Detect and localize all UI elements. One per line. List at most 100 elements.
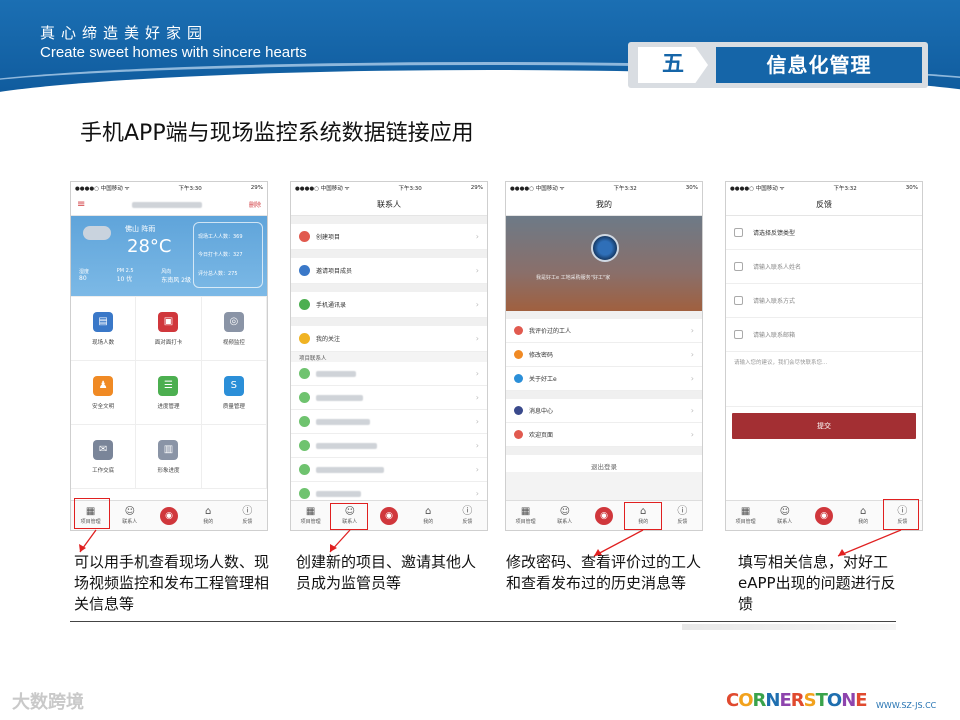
feedback-textarea[interactable]: 请输入您的建议，我们会尽快联系您... (726, 352, 922, 407)
menu-item-label: 我的关注 (316, 336, 341, 343)
email-placeholder: 请输入联系邮箱 (753, 332, 796, 339)
home-icon: ⌂ (425, 506, 432, 517)
contacts-menu-item[interactable]: 我的关注 › (291, 326, 487, 352)
contact-avatar (299, 464, 310, 475)
menu-item-icon (514, 350, 523, 359)
chevron-right-icon: › (475, 369, 479, 378)
tab-label: 联系人 (557, 519, 573, 525)
profile-menu-item[interactable]: 我评价过的工人 › (506, 319, 702, 343)
grid-item-label: 安全文明 (92, 403, 115, 410)
contacts-menu-item[interactable]: 邀请项目成员 › (291, 258, 487, 284)
contact-row[interactable]: › (291, 386, 487, 410)
submit-button[interactable]: 提交 (732, 413, 916, 439)
tab-label: 联系人 (122, 519, 138, 525)
contact-row[interactable]: › (291, 458, 487, 482)
chevron-right-icon: › (475, 489, 479, 498)
tab-camera[interactable]: ◉ (584, 501, 623, 530)
chevron-right-icon: › (475, 465, 479, 474)
grid-item-7[interactable]: ▥ 形象进度 (136, 425, 202, 489)
reflection-strip (682, 624, 896, 630)
tab-grid[interactable]: ▦ 项目管理 (726, 501, 765, 530)
tab-camera[interactable]: ◉ (369, 501, 408, 530)
tab-contacts[interactable]: ☺ 联系人 (545, 501, 584, 530)
chevron-right-icon: › (475, 300, 479, 309)
phone-icon (734, 296, 743, 305)
status-bar: ●●●●○ 中国移动 ᯤ 下午3:30 29% (291, 182, 487, 194)
tab-info[interactable]: ⓘ 反馈 (448, 501, 487, 530)
contact-row[interactable]: › (291, 410, 487, 434)
email-field[interactable]: 请输入联系邮箱 (726, 318, 922, 352)
tab-label: 项目管理 (515, 519, 536, 525)
grid-empty-cell (201, 425, 267, 489)
tab-grid[interactable]: ▦ 项目管理 (506, 501, 545, 530)
grid-item-2[interactable]: ◎ 视频监控 (201, 297, 267, 361)
grid-item-6[interactable]: ✉ 工作交底 (71, 425, 137, 489)
caption-feedback: 填写相关信息，对好工eAPP出现的问题进行反馈 (738, 553, 896, 613)
camera-monitor-icon: ◎ (223, 311, 244, 332)
grid-item-5[interactable]: S 质量管理 (201, 361, 267, 425)
profile-menu-item[interactable]: 欢迎页面 › (506, 423, 702, 447)
menu-item-label: 修改密码 (529, 352, 554, 359)
menu-item-icon (514, 406, 523, 415)
highlight-tab-mine (624, 502, 662, 530)
tab-home[interactable]: ⌂ 我的 (189, 501, 228, 530)
chevron-right-icon: › (475, 266, 479, 275)
profile-menu-item[interactable]: 修改密码 › (506, 343, 702, 367)
profile-menu-item[interactable]: 关于好工e › (506, 367, 702, 391)
profile-menu-item[interactable]: 消息中心 › (506, 399, 702, 423)
chevron-right-icon: › (690, 326, 694, 335)
quality-s-icon: S (223, 375, 244, 396)
tab-contacts[interactable]: ☺ 联系人 (765, 501, 804, 530)
avatar[interactable] (591, 234, 619, 262)
list-icon (734, 228, 743, 237)
tab-home[interactable]: ⌂ 我的 (409, 501, 448, 530)
feature-grid: ▤ 现场人数 ▣ 面对面打卡 ◎ 视频监控 ♟ 安全文明 ☰ 进度管理 S 质量管理 ✉ 工作交底 ▥ 形象进… (71, 296, 267, 489)
contacts-menu: 创建项目 › 邀请项目成员 › 手机通讯录 › 我的关注 › (291, 216, 487, 352)
carrier-signal: ●●●●○ 中国移动 ᯤ (510, 186, 565, 192)
highlight-tab-contacts (330, 503, 368, 530)
grid-item-0[interactable]: ▤ 现场人数 (71, 297, 137, 361)
tab-info[interactable]: ⓘ 反馈 (228, 501, 267, 530)
delete-button[interactable]: 删除 (249, 200, 261, 209)
tab-info[interactable]: ⓘ 反馈 (663, 501, 702, 530)
phone-field[interactable]: 请输入联系方式 (726, 284, 922, 318)
metric-label: 风向 (161, 269, 172, 275)
tab-contacts[interactable]: ☺ 联系人 (110, 501, 149, 530)
grid-item-3[interactable]: ♟ 安全文明 (71, 361, 137, 425)
tab-bar: ▦ 项目管理 ☺ 联系人 ◉ ⌂ 我的 ⓘ 反馈 (506, 500, 702, 530)
grid-item-1[interactable]: ▣ 面对面打卡 (136, 297, 202, 361)
contact-row[interactable]: › (291, 362, 487, 386)
contacts-menu-item[interactable]: 创建项目 › (291, 224, 487, 250)
tab-home[interactable]: ⌂ 我的 (844, 501, 883, 530)
status-time: 下午3:30 (398, 186, 422, 192)
tab-grid[interactable]: ▦ 项目管理 (291, 501, 330, 530)
building-icon: ▥ (158, 439, 179, 460)
status-time: 下午3:32 (833, 186, 857, 192)
contacts-menu-item[interactable]: 手机通讯录 › (291, 292, 487, 318)
name-field[interactable]: 请输入联系人姓名 (726, 250, 922, 284)
menu-item-icon (514, 430, 523, 439)
contact-name-blurred (316, 442, 377, 449)
grid-item-4[interactable]: ☰ 进度管理 (136, 361, 202, 425)
chevron-right-icon: › (475, 417, 479, 426)
camera-icon: ◉ (160, 506, 178, 525)
chevron-right-icon: › (690, 350, 694, 359)
battery-level: 30% (905, 185, 918, 191)
contact-row[interactable]: › (291, 434, 487, 458)
grid-icon: ▦ (520, 506, 531, 517)
metric-pm25: PM 2.5 10 优 (117, 268, 134, 284)
contacts-icon: ☺ (559, 506, 571, 517)
menu-icon[interactable]: ≡ (77, 199, 85, 210)
tab-camera[interactable]: ◉ (149, 501, 188, 530)
weather-metrics: 湿度 80 PM 2.5 10 优 风向 东南风 2级 (79, 268, 191, 284)
nav-title: 联系人 (291, 194, 487, 216)
grid-item-label: 现场人数 (92, 339, 115, 346)
contact-avatar (299, 488, 310, 499)
feedback-type-select[interactable]: 请选择反馈类型 (726, 216, 922, 250)
tab-camera[interactable]: ◉ (804, 501, 843, 530)
camera-icon: ◉ (815, 506, 833, 525)
camera-icon: ◉ (595, 506, 613, 525)
stat-checkin: 今日打卡人数：327 (198, 252, 243, 259)
menu-item-label: 消息中心 (529, 408, 554, 415)
name-placeholder: 请输入联系人姓名 (753, 264, 802, 271)
